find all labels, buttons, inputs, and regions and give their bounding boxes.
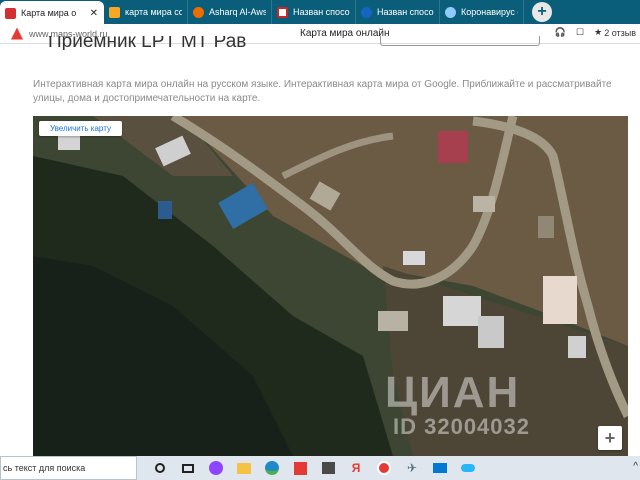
store-icon[interactable] xyxy=(321,461,335,475)
weather-icon[interactable] xyxy=(461,461,475,475)
tab-nazvan-sposob-1[interactable]: Назван способ xyxy=(272,0,356,24)
zoom-in-button[interactable]: + xyxy=(598,426,622,450)
orange-favicon-icon xyxy=(193,6,204,18)
tab-strip: Карта мира о ✕ карта мира со с Asharq Al… xyxy=(0,0,640,25)
tab-label: Назван способ xyxy=(293,7,350,17)
satellite-imagery xyxy=(33,116,628,456)
headphones-icon[interactable]: 🎧 xyxy=(555,27,566,38)
reviews-badge[interactable]: ★ 2 отзыв xyxy=(594,27,636,38)
red-map-favicon-icon xyxy=(5,7,16,19)
gift-icon[interactable] xyxy=(293,461,307,475)
page-heading-partial: Приемник LPT МТ Рав xyxy=(48,36,246,50)
tray-arrow-icon[interactable]: ^ xyxy=(633,461,638,472)
yandex-browser-icon[interactable] xyxy=(377,461,391,475)
tab-label: Asharq Al-Awsat xyxy=(209,7,266,17)
tab-nazvan-sposob-2[interactable]: Назван способ xyxy=(356,0,440,24)
tab-karta-mira-so[interactable]: карта мира со с xyxy=(104,0,188,24)
satellite-map[interactable]: Увеличить карту ЦИАН ID 32004032 + xyxy=(33,116,628,456)
tab-label: Карта мира о xyxy=(21,8,77,18)
task-view-icon[interactable] xyxy=(181,461,195,475)
news-favicon-icon xyxy=(277,6,288,18)
listing-id-watermark: ID 32004032 xyxy=(393,414,530,439)
airplane-icon[interactable]: ✈ xyxy=(405,461,419,475)
bookmark-icon[interactable]: ☐ xyxy=(576,27,584,38)
address-bar-actions: 🎧 ☐ ★ 2 отзыв xyxy=(555,27,636,38)
heading-text: Приемник LPT МТ Рав xyxy=(48,36,247,50)
yellow-map-favicon-icon xyxy=(109,6,120,18)
tab-karta-mira-active[interactable]: Карта мира о ✕ xyxy=(0,1,104,25)
warning-icon[interactable] xyxy=(11,27,23,40)
mail-icon[interactable] xyxy=(433,461,447,475)
star-icon: ★ xyxy=(594,27,603,37)
globe-favicon-icon xyxy=(445,6,456,18)
tab-label: Назван способ xyxy=(377,7,434,17)
reviews-label: 2 отзыв xyxy=(604,27,636,38)
new-tab-button[interactable]: + xyxy=(532,2,552,22)
yandex-ya-icon[interactable]: Я xyxy=(349,461,363,475)
tab-label: карта мира со с xyxy=(125,7,182,17)
taskbar: сь текст для поиска Я ✈ ^ xyxy=(0,456,640,480)
cian-watermark: ЦИАН xyxy=(385,368,521,417)
edge-icon[interactable] xyxy=(265,461,279,475)
tab-asharq[interactable]: Asharq Al-Awsat xyxy=(188,0,272,24)
intro-paragraph: Интерактивная карта мира онлайн на русск… xyxy=(33,79,612,104)
enlarge-map-button[interactable]: Увеличить карту xyxy=(39,121,122,136)
file-explorer-icon[interactable] xyxy=(237,461,251,475)
search-circle-icon[interactable] xyxy=(153,461,167,475)
tab-label: Коронавирус с xyxy=(461,7,518,17)
page-title: Карта мира онлайн xyxy=(300,28,390,39)
blue-favicon-icon xyxy=(361,6,372,18)
tab-koronavirus[interactable]: Коронавирус с xyxy=(440,0,524,24)
close-icon[interactable]: ✕ xyxy=(90,8,98,19)
taskbar-icons: Я ✈ xyxy=(139,461,475,475)
search-input-partial[interactable] xyxy=(380,36,540,46)
taskbar-search-input[interactable]: сь текст для поиска xyxy=(0,456,137,480)
alice-icon[interactable] xyxy=(209,461,223,475)
